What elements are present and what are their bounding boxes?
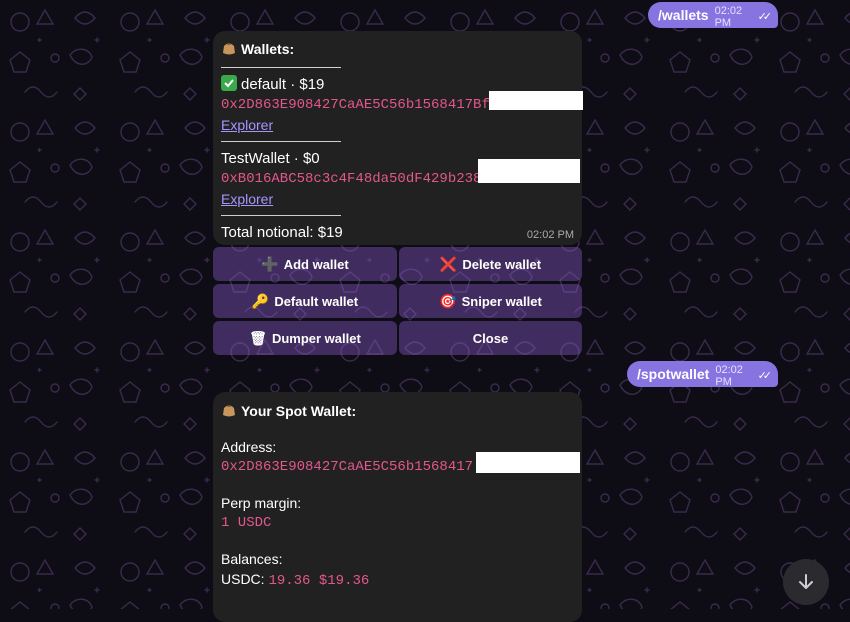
close-button[interactable]: Close <box>399 321 582 355</box>
message-text: /spotwallet <box>637 366 710 382</box>
perp-margin-value[interactable]: 1 USDC <box>221 513 574 533</box>
green-check-icon <box>221 75 237 91</box>
default-wallet-button[interactable]: 🔑 Default wallet <box>213 284 397 318</box>
bag-icon <box>221 402 237 418</box>
dumper-wallet-button[interactable]: 🗑 Dumper wallet <box>213 321 397 355</box>
perp-margin-label: Perp margin: <box>221 495 302 511</box>
divider <box>221 141 341 142</box>
message-time: 02:02 PM <box>526 229 574 241</box>
bag-icon <box>221 40 237 56</box>
message-time: 02:02 PM <box>714 5 743 29</box>
total-notional: Total notional: $19 <box>221 224 343 241</box>
outgoing-message-spotwallet: /spotwallet 02:02 PM ✓✓ <box>627 361 778 388</box>
message-text: /wallets <box>658 7 709 23</box>
explorer-link[interactable]: Explorer <box>221 117 273 133</box>
usdc-value[interactable]: 19.36 $19.36 <box>268 573 369 589</box>
double-check-icon: ✓✓ <box>757 370 773 382</box>
redaction-box <box>478 159 580 183</box>
key-icon: 🔑 <box>251 292 270 309</box>
arrow-down-icon <box>799 574 813 589</box>
wallet-label: default · $19 <box>241 76 325 93</box>
outgoing-message-wallets: /wallets 02:02 PM ✓✓ <box>648 2 778 29</box>
plus-icon: ➕ <box>261 255 279 272</box>
double-check-icon: ✓✓ <box>757 11 773 23</box>
trash-icon: 🗑 <box>249 329 267 346</box>
balances-label: Balances: <box>221 551 283 567</box>
wallets-message: Wallets: default · $19 0x2D863E908427CaA… <box>213 31 583 245</box>
scroll-down-button[interactable] <box>783 559 829 605</box>
usdc-label: USDC: <box>221 571 265 587</box>
target-icon: 🎯 <box>439 292 457 309</box>
redaction-box <box>476 452 580 473</box>
redaction-box <box>489 91 583 110</box>
add-wallet-button[interactable]: ➕ Add wallet <box>213 247 397 281</box>
wallet-label: TestWallet · $0 <box>221 150 320 167</box>
explorer-link[interactable]: Explorer <box>221 191 273 207</box>
spot-wallet-message: Your Spot Wallet: Address: 0x2D863E90842… <box>213 392 582 622</box>
delete-wallet-button[interactable]: ❌ Delete wallet <box>399 247 582 281</box>
wallets-title: Wallets: <box>241 41 295 57</box>
message-time: 02:02 PM <box>715 364 743 388</box>
divider <box>221 215 341 216</box>
divider <box>221 67 341 68</box>
spot-wallet-title: Your Spot Wallet: <box>241 403 357 419</box>
sniper-wallet-button[interactable]: 🎯 Sniper wallet <box>399 284 582 318</box>
red-x-icon: ❌ <box>439 255 458 272</box>
